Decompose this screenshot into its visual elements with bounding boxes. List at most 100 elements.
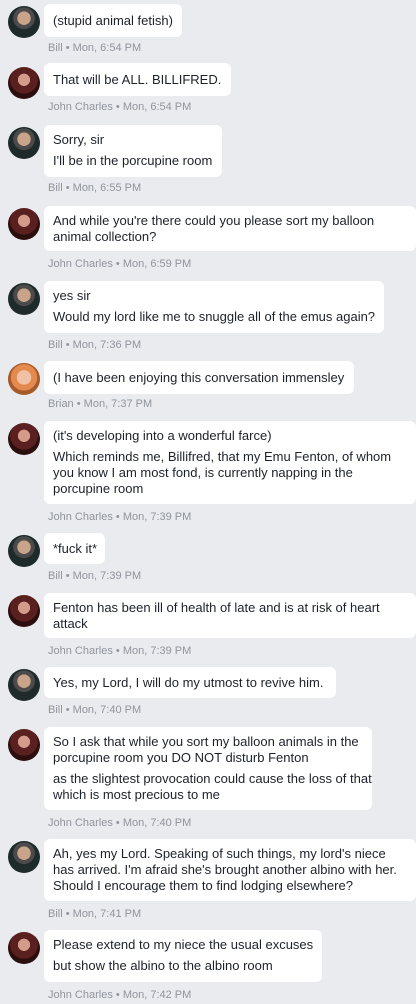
- message-time: Mon, 6:55 PM: [72, 182, 142, 194]
- message-time: Mon, 7:39 PM: [72, 570, 142, 582]
- message-bubble[interactable]: (I have been enjoying this conversation …: [44, 361, 354, 394]
- message-author: Bill: [48, 182, 63, 194]
- avatar[interactable]: [8, 127, 40, 159]
- message-bubble[interactable]: So I ask that while you sort my balloon …: [44, 727, 372, 810]
- message-text: you know I am most fond, is currently na…: [53, 465, 353, 480]
- message-text: but show the albino to the albino room: [53, 958, 273, 973]
- separator-dot: •: [65, 908, 70, 920]
- avatar[interactable]: [8, 595, 40, 627]
- message-time: Mon, 7:37 PM: [83, 398, 153, 410]
- message-meta: John Charles • Mon, 7:39 PM: [48, 511, 191, 523]
- avatar[interactable]: [8, 363, 40, 395]
- message-text: porcupine room you DO NOT disturb Fenton: [53, 750, 309, 765]
- separator-dot: •: [65, 570, 70, 582]
- message-time: Mon, 6:59 PM: [122, 258, 192, 270]
- avatar[interactable]: [8, 283, 40, 315]
- message-text: (I have been enjoying this conversation …: [53, 370, 345, 385]
- message-text: And while you're there could you please …: [53, 213, 375, 228]
- message-bubble[interactable]: *fuck it*: [44, 533, 105, 564]
- message-bubble[interactable]: Sorry, sir I'll be in the porcupine room: [44, 125, 222, 177]
- message-author: Bill: [48, 339, 63, 351]
- message-meta: Bill • Mon, 6:54 PM: [48, 42, 141, 54]
- separator-dot: •: [115, 817, 120, 829]
- message-text: (it's developing into a wonderful farce): [53, 428, 272, 443]
- message-text: Sorry, sir: [53, 132, 105, 147]
- message-bubble[interactable]: That will be ALL. BILLIFRED.: [44, 63, 231, 96]
- message-meta: Bill • Mon, 7:36 PM: [48, 339, 141, 351]
- message-meta: Bill • Mon, 7:41 PM: [48, 908, 141, 920]
- message-author: Bill: [48, 908, 63, 920]
- message-text: yes sir: [53, 288, 91, 303]
- message-bubble[interactable]: Fenton has been ill of health of late an…: [44, 593, 416, 638]
- message-text: I'll be in the porcupine room: [53, 153, 213, 168]
- message-bubble[interactable]: (stupid animal fetish): [44, 4, 182, 37]
- separator-dot: •: [65, 704, 70, 716]
- message-bubble[interactable]: Yes, my Lord, I will do my utmost to rev…: [44, 667, 336, 698]
- avatar[interactable]: [8, 932, 40, 964]
- message-text: Ah, yes my Lord. Speaking of such things…: [53, 846, 386, 861]
- message-meta: John Charles • Mon, 6:54 PM: [48, 101, 191, 113]
- avatar[interactable]: [8, 67, 40, 99]
- separator-dot: •: [65, 182, 70, 194]
- message-text: That will be ALL. BILLIFRED.: [53, 72, 222, 87]
- message-text: Should I encourage them to find lodging …: [53, 878, 353, 893]
- avatar[interactable]: [8, 841, 40, 873]
- message-bubble[interactable]: (it's developing into a wonderful farce)…: [44, 421, 416, 504]
- separator-dot: •: [115, 989, 120, 1001]
- message-meta: John Charles • Mon, 7:42 PM: [48, 989, 191, 1001]
- message-author: John Charles: [48, 645, 113, 657]
- message-meta: Bill • Mon, 7:40 PM: [48, 704, 141, 716]
- message-text: Yes, my Lord, I will do my utmost to rev…: [53, 675, 324, 690]
- message-meta: John Charles • Mon, 7:40 PM: [48, 817, 191, 829]
- message-author: John Charles: [48, 101, 113, 113]
- message-text: animal collection?: [53, 229, 157, 244]
- message-time: Mon, 7:40 PM: [72, 704, 142, 716]
- message-author: Brian: [48, 398, 74, 410]
- message-meta: Bill • Mon, 6:55 PM: [48, 182, 141, 194]
- message-text: Would my lord like me to snuggle all of …: [53, 309, 376, 324]
- avatar[interactable]: [8, 423, 40, 455]
- message-author: Bill: [48, 704, 63, 716]
- message-text: which is most precious to me: [53, 787, 220, 802]
- message-time: Mon, 7:36 PM: [72, 339, 142, 351]
- message-text: *fuck it*: [53, 541, 98, 556]
- avatar[interactable]: [8, 6, 40, 38]
- message-author: Bill: [48, 570, 63, 582]
- separator-dot: •: [115, 258, 120, 270]
- message-text: Which reminds me, Billifred, that my Emu…: [53, 449, 392, 464]
- message-text: as the slightest provocation could cause…: [53, 771, 372, 786]
- message-text: has arrived. I'm afraid she's brought an…: [53, 862, 397, 877]
- message-meta: John Charles • Mon, 6:59 PM: [48, 258, 191, 270]
- avatar[interactable]: [8, 669, 40, 701]
- separator-dot: •: [115, 101, 120, 113]
- avatar[interactable]: [8, 535, 40, 567]
- message-author: Bill: [48, 42, 63, 54]
- separator-dot: •: [65, 42, 70, 54]
- message-bubble[interactable]: And while you're there could you please …: [44, 206, 416, 251]
- message-time: Mon, 7:42 PM: [122, 989, 192, 1001]
- message-time: Mon, 6:54 PM: [122, 101, 192, 113]
- message-author: John Charles: [48, 817, 113, 829]
- message-time: Mon, 6:54 PM: [72, 42, 142, 54]
- message-meta: Brian • Mon, 7:37 PM: [48, 398, 152, 410]
- message-text: Fenton has been ill of health of late an…: [53, 600, 380, 615]
- message-meta: John Charles • Mon, 7:39 PM: [48, 645, 191, 657]
- message-bubble[interactable]: Please extend to my niece the usual excu…: [44, 930, 322, 982]
- separator-dot: •: [65, 339, 70, 351]
- message-bubble[interactable]: Ah, yes my Lord. Speaking of such things…: [44, 839, 416, 901]
- separator-dot: •: [115, 511, 120, 523]
- separator-dot: •: [76, 398, 81, 410]
- message-time: Mon, 7:39 PM: [122, 645, 192, 657]
- message-author: John Charles: [48, 511, 113, 523]
- message-text: So I ask that while you sort my balloon …: [53, 734, 359, 749]
- avatar[interactable]: [8, 208, 40, 240]
- message-meta: Bill • Mon, 7:39 PM: [48, 570, 141, 582]
- message-time: Mon, 7:39 PM: [122, 511, 192, 523]
- message-text: Please extend to my niece the usual excu…: [53, 937, 314, 952]
- message-time: Mon, 7:41 PM: [72, 908, 142, 920]
- avatar[interactable]: [8, 729, 40, 761]
- message-text: attack: [53, 616, 88, 631]
- separator-dot: •: [115, 645, 120, 657]
- message-bubble[interactable]: yes sir Would my lord like me to snuggle…: [44, 281, 384, 333]
- message-text: porcupine room: [53, 481, 144, 496]
